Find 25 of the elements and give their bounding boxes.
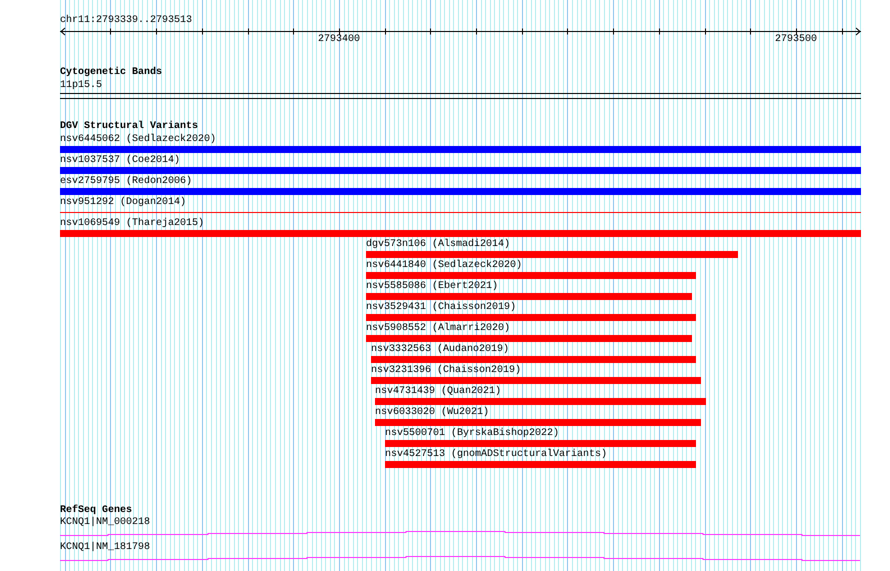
tick-label: 2793500 [775, 34, 818, 46]
variant-label: nsv951292 (Dogan2014) [60, 197, 186, 209]
variant-label: dgv573n106 (Alsmadi2014) [366, 239, 510, 251]
variant-label: nsv1037537 (Coe2014) [60, 155, 180, 167]
variant-label: nsv6441840 (Sedlazeck2020) [366, 260, 522, 272]
variant-label: nsv4731439 (Quan2021) [375, 386, 502, 398]
track-title: RefSeq Genes [60, 505, 132, 516]
variant-label: nsv5908552 (Almarri2020) [366, 323, 510, 335]
variant-label: nsv4527513 (gnomADStructuralVariants) [385, 449, 608, 461]
position-label: chr11:2793339..2793513 [60, 15, 192, 27]
variant-label: esv2759795 (Redon2006) [60, 176, 192, 188]
track-title: Cytogenetic Bands [60, 67, 162, 79]
variant-label: nsv3332563 (Audano2019) [371, 344, 510, 356]
variant-label: nsv6033020 (Wu2021) [375, 407, 490, 419]
tick-label: 2793400 [318, 34, 360, 46]
variant-label: nsv6445062 (Sedlazeck2020) [60, 134, 216, 146]
variant-label: nsv3231396 (Chaisson2019) [371, 365, 522, 377]
gene-label: KCNQ1|NM_181798 [60, 542, 150, 554]
band-label: 11p15.5 [60, 80, 102, 92]
gene-label: KCNQ1|NM_000218 [60, 517, 150, 529]
variant-label: nsv3529431 (Chaisson2019) [366, 302, 516, 314]
track-title: DGV Structural Variants [60, 121, 198, 133]
variant-label: nsv1069549 (Thareja2015) [60, 218, 204, 230]
variant-label: nsv5500701 (ByrskaBishop2022) [385, 428, 560, 440]
variant-label: nsv5585086 (Ebert2021) [366, 281, 498, 293]
